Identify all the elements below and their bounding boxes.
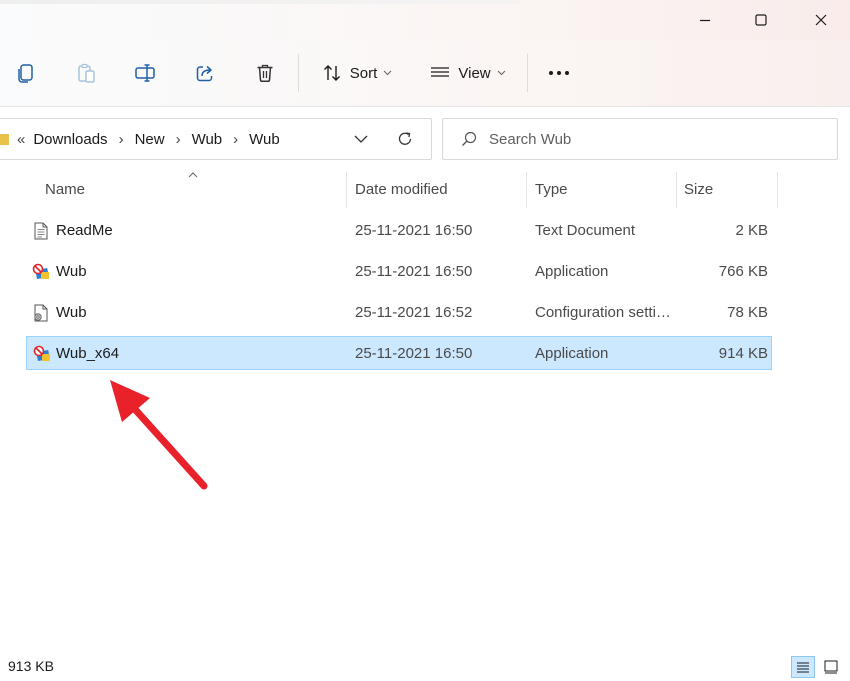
maximize-button[interactable] <box>732 0 790 40</box>
command-bar: Sort View <box>0 40 850 107</box>
file-date: 25-11-2021 16:50 <box>355 345 473 362</box>
column-header-type[interactable]: Type <box>535 170 568 208</box>
column-header-name[interactable]: Name <box>45 170 85 208</box>
breadcrumb-separator[interactable]: › <box>119 131 124 148</box>
application-icon <box>32 263 49 279</box>
annotation-arrow <box>110 380 208 490</box>
application-icon <box>33 345 50 361</box>
view-icon <box>431 67 450 77</box>
minimize-icon <box>700 19 710 22</box>
view-button[interactable]: View <box>420 51 516 95</box>
chevron-down-icon <box>383 70 392 76</box>
paste-button[interactable] <box>64 51 108 95</box>
column-divider[interactable] <box>676 172 677 208</box>
search-box[interactable]: Search Wub <box>442 118 838 160</box>
file-row-wub-x64[interactable]: Wub_x64 25-11-2021 16:50 Application 914… <box>26 336 772 370</box>
file-type: Configuration setti… <box>535 304 671 321</box>
file-name: Wub <box>56 263 87 280</box>
delete-icon <box>257 64 273 83</box>
file-size: 78 KB <box>727 304 768 321</box>
chevron-down-icon <box>354 135 368 143</box>
sort-button[interactable]: Sort <box>312 51 402 95</box>
column-header-size[interactable]: Size <box>684 170 713 208</box>
column-header-date[interactable]: Date modified <box>355 170 448 208</box>
file-row-wub-config[interactable]: Wub 25-11-2021 16:52 Configuration setti… <box>26 296 772 329</box>
more-options-button[interactable] <box>537 51 581 95</box>
toolbar-separator <box>527 54 528 92</box>
details-view-icon <box>797 662 809 673</box>
maximize-icon <box>755 14 767 26</box>
file-type: Application <box>535 345 609 362</box>
chevron-down-icon <box>497 70 506 76</box>
title-bar <box>0 0 850 40</box>
rename-button[interactable] <box>123 51 167 95</box>
refresh-icon <box>398 132 412 145</box>
file-name: Wub_x64 <box>56 345 120 362</box>
file-size: 914 KB <box>718 345 768 362</box>
status-selection-size: 913 KB <box>8 658 54 674</box>
close-icon <box>815 14 827 26</box>
sort-icon <box>323 65 340 81</box>
share-button[interactable] <box>183 51 227 95</box>
file-row-readme[interactable]: ReadMe 25-11-2021 16:50 Text Document 2 … <box>26 214 772 247</box>
file-date: 25-11-2021 16:50 <box>355 222 473 239</box>
delete-button[interactable] <box>243 51 287 95</box>
rename-icon <box>135 64 155 82</box>
file-date: 25-11-2021 16:52 <box>355 304 473 321</box>
breadcrumb-separator[interactable]: › <box>233 131 238 148</box>
column-divider[interactable] <box>777 172 778 208</box>
file-type: Text Document <box>535 222 636 239</box>
address-bar[interactable]: « Downloads › New › Wub › Wub <box>0 118 432 160</box>
breadcrumb: « Downloads › New › Wub › Wub <box>17 119 280 159</box>
file-type: Application <box>535 263 609 280</box>
sort-label: Sort <box>349 64 378 82</box>
view-label: View <box>458 64 491 82</box>
copy-icon <box>18 64 33 83</box>
search-input[interactable]: Search Wub <box>489 131 571 148</box>
file-name: Wub <box>56 304 87 321</box>
column-headers: Name Date modified Type Size <box>0 170 850 208</box>
copy-button[interactable] <box>4 51 48 95</box>
details-view-button[interactable] <box>791 656 815 678</box>
more-icon <box>549 71 569 75</box>
share-icon <box>196 65 213 82</box>
breadcrumb-item-wub[interactable]: Wub <box>192 131 223 148</box>
minimize-button[interactable] <box>676 0 734 40</box>
breadcrumb-separator[interactable]: › <box>176 131 181 148</box>
file-row-wub-app[interactable]: Wub 25-11-2021 16:50 Application 766 KB <box>26 255 772 288</box>
breadcrumb-item-downloads[interactable]: Downloads <box>33 131 107 148</box>
file-size: 2 KB <box>735 222 768 239</box>
paste-icon <box>78 63 95 83</box>
address-row: « Downloads › New › Wub › Wub Search Wub <box>0 107 850 169</box>
file-size: 766 KB <box>718 263 768 280</box>
config-settings-icon <box>34 304 48 322</box>
address-history-button[interactable] <box>351 129 371 149</box>
file-date: 25-11-2021 16:50 <box>355 263 473 280</box>
breadcrumb-item-wub-current[interactable]: Wub <box>249 131 280 148</box>
column-divider[interactable] <box>346 172 347 208</box>
close-button[interactable] <box>792 0 850 40</box>
breadcrumb-overflow[interactable]: « <box>17 131 25 148</box>
folder-icon <box>0 134 9 145</box>
file-name: ReadMe <box>56 222 113 239</box>
column-divider[interactable] <box>526 172 527 208</box>
toolbar-separator <box>298 54 299 92</box>
refresh-button[interactable] <box>395 129 415 149</box>
sort-ascending-icon <box>188 172 198 178</box>
status-bar: 913 KB <box>0 652 850 681</box>
title-bar-ghost <box>0 0 520 4</box>
tiles-view-button[interactable] <box>819 656 843 678</box>
text-document-icon <box>34 222 48 240</box>
tiles-view-icon <box>824 660 838 674</box>
breadcrumb-item-new[interactable]: New <box>135 131 165 148</box>
search-icon <box>462 131 477 146</box>
